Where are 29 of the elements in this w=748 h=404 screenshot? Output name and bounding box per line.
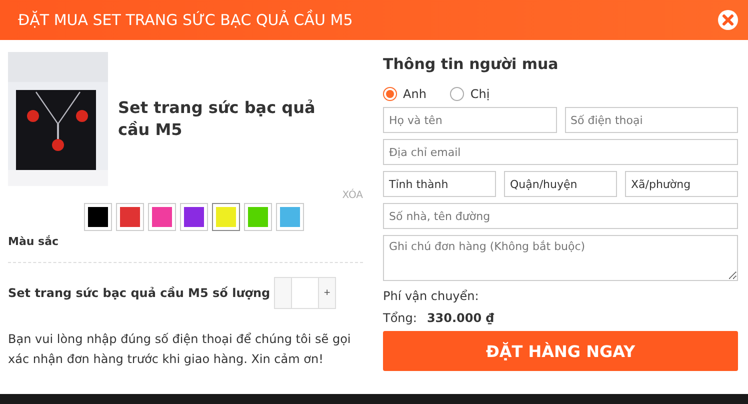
total-label: Tổng: xyxy=(383,311,417,325)
product-name: Set trang sức bạc quả cầu M5 xyxy=(118,97,316,141)
dialog-title: ĐẶT MUA SET TRANG SỨC BẠC QUẢ CẦU M5 xyxy=(18,11,353,29)
color-swatch[interactable] xyxy=(180,203,208,231)
select-field[interactable]: Quận/huyện xyxy=(504,171,617,197)
quantity-field[interactable] xyxy=(292,277,318,309)
plus-button[interactable]: + xyxy=(318,277,336,309)
input-field[interactable]: Số điện thoại xyxy=(564,107,738,133)
color-swatch[interactable] xyxy=(148,203,176,231)
total-value: 330.000 ₫ xyxy=(426,311,494,325)
close-icon[interactable] xyxy=(718,10,738,30)
input-field[interactable]: Họ và tên xyxy=(383,107,556,133)
color-label: Màu sắc xyxy=(8,235,60,248)
gender-radio[interactable]: Chị xyxy=(450,87,490,101)
quantity-label: Set trang sức bạc quả cầu M5 số lượng xyxy=(8,286,270,300)
shipping-label: Phí vận chuyển: xyxy=(383,289,480,303)
input-field[interactable]: Số nhà, tên đường xyxy=(383,203,738,229)
notice-text: Bạn vui lòng nhập đúng số điện thoại để chúng tôi sẽ gọi xác nhận đơn hàng trước khi giao hàng. Xin cảm ơn! xyxy=(8,331,352,368)
input-field[interactable]: Địa chỉ email xyxy=(383,139,738,165)
color-swatch[interactable] xyxy=(276,203,304,231)
section-title: Thông tin người mua xyxy=(383,55,560,73)
color-swatch[interactable] xyxy=(244,203,272,231)
select-field[interactable]: Tỉnh thành xyxy=(383,171,496,197)
color-swatch[interactable] xyxy=(116,203,144,231)
note-field[interactable]: Ghi chú đơn hàng (Không bắt buộc) xyxy=(383,235,738,281)
color-swatch[interactable] xyxy=(212,203,240,231)
color-swatch[interactable] xyxy=(84,203,112,231)
gender-radio[interactable]: Anh xyxy=(383,87,426,101)
select-field[interactable]: Xã/phường xyxy=(625,171,738,197)
